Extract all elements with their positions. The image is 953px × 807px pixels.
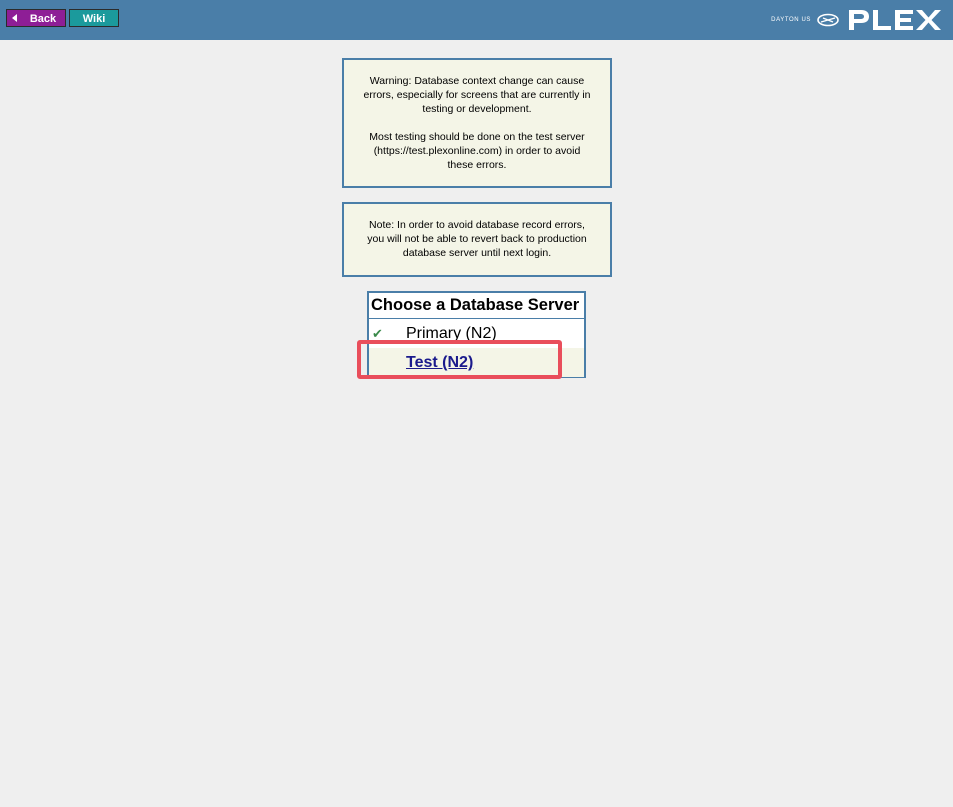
checkmark-icon: ✔ (372, 326, 383, 341)
warning-text: Warning: Database context change can cau… (363, 75, 591, 115)
warning-notice-panel: Warning: Database context change can cau… (342, 58, 612, 188)
test-server-link[interactable]: Test (N2) (406, 348, 473, 377)
brand-location-tag: DAYTON US (771, 17, 811, 23)
wiki-button-label: Wiki (82, 13, 106, 25)
server-selector-title: Choose a Database Server (369, 293, 584, 319)
back-button[interactable]: Back (6, 9, 66, 27)
note-text: Note: In order to avoid database record … (367, 219, 587, 259)
back-button-label: Back (29, 13, 57, 25)
database-server-selector: Choose a Database Server ✔ Primary (N2) … (367, 291, 586, 378)
plex-logo (849, 10, 941, 30)
wiki-button[interactable]: Wiki (69, 9, 119, 27)
server-option-primary: ✔ Primary (N2) (369, 319, 584, 348)
note-notice-panel: Note: In order to avoid database record … (342, 202, 612, 277)
top-header-bar: Back Wiki DAYTON US (0, 0, 953, 40)
server-option-test[interactable]: Test (N2) (369, 348, 584, 377)
server-option-primary-label: Primary (N2) (406, 325, 497, 342)
test-server-advice-text: Most testing should be done on the test … (369, 131, 585, 171)
plex-emblem-icon (817, 13, 839, 27)
brand-area: DAYTON US (771, 7, 943, 33)
back-arrow-icon (12, 14, 17, 22)
